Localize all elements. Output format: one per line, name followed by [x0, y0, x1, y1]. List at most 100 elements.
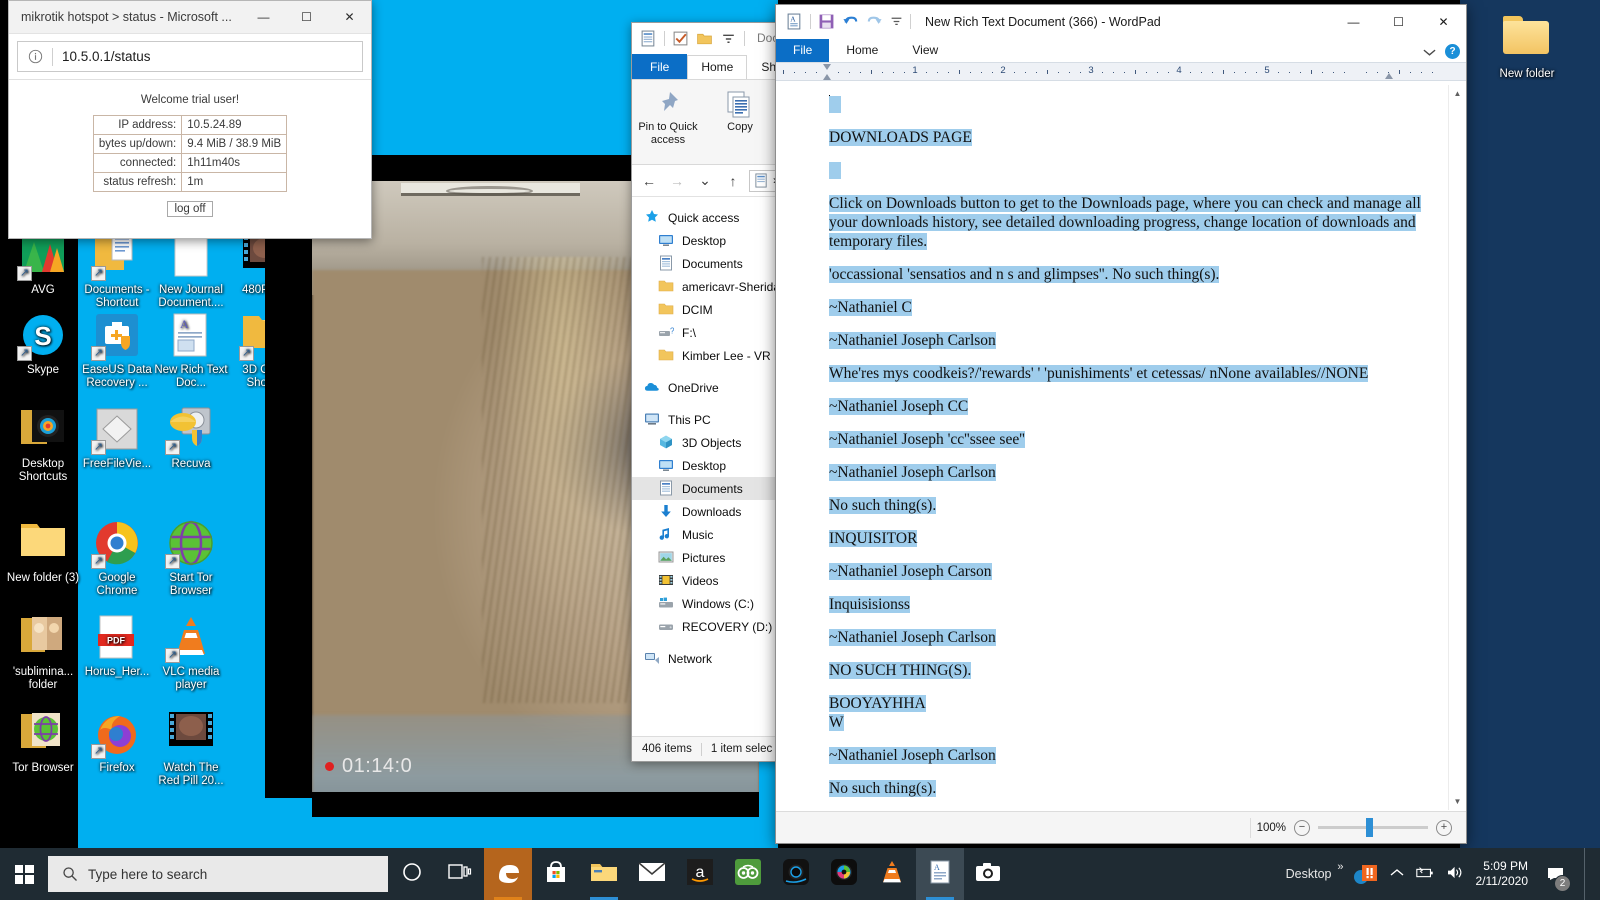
log-off-button[interactable]: log off — [167, 201, 213, 217]
scroll-up-button[interactable]: ▲ — [1449, 85, 1466, 102]
battery-icon[interactable] — [1415, 866, 1435, 883]
document-paragraph[interactable] — [829, 95, 1433, 114]
document-paragraph[interactable]: ~Nathaniel Joseph Carlson — [829, 463, 1433, 482]
tab-file[interactable]: File — [632, 54, 688, 79]
desktop-icon-watch-the-red-pill-20[interactable]: Watch The Red Pill 20... — [154, 710, 228, 787]
document-paragraph[interactable]: Inquisisionss — [829, 595, 1433, 614]
overflow-chevron-icon[interactable]: » — [1337, 861, 1343, 873]
wordpad-page-area[interactable]: DOWNLOADS PAGE Click on Downloads button… — [776, 85, 1466, 810]
document-paragraph[interactable]: Whe'res mys coodkeis?/'rewards' ' 'punis… — [829, 364, 1433, 383]
vertical-scrollbar[interactable]: ▲ ▼ — [1448, 85, 1466, 810]
customize-dropdown-icon[interactable] — [720, 30, 737, 47]
address-bar[interactable]: 10.5.0.1/status — [17, 41, 363, 72]
desktop-icon-new-folder-3[interactable]: New folder (3) — [6, 520, 80, 585]
recent-locations-button[interactable]: ⌄ — [693, 170, 717, 192]
maximize-button[interactable]: ☐ — [285, 1, 328, 34]
document-text[interactable]: DOWNLOADS PAGE Click on Downloads button… — [829, 95, 1433, 810]
zoom-slider[interactable] — [1318, 818, 1428, 837]
back-button[interactable]: ← — [637, 170, 661, 192]
zoom-out-button[interactable]: − — [1294, 819, 1310, 836]
search-input[interactable]: Type here to search — [48, 856, 388, 892]
document-paragraph[interactable]: No such thing(s). — [829, 496, 1433, 515]
taskbar-file-explorer-button[interactable] — [580, 848, 628, 900]
scrollbar-thumb[interactable] — [1450, 102, 1465, 702]
wordpad-icon[interactable]: A — [786, 13, 803, 30]
scroll-down-button[interactable]: ▼ — [1449, 793, 1466, 810]
desktop-icon-google-chrome[interactable]: Google Chrome — [80, 520, 154, 597]
chevron-up-icon[interactable] — [1390, 867, 1404, 881]
browser-titlebar[interactable]: mikrotik hotspot > status - Microsoft ..… — [9, 1, 371, 34]
chevron-down-icon[interactable] — [1423, 47, 1436, 57]
desktop-icon-new-folder[interactable]: New folder — [1490, 12, 1564, 81]
taskbar-cortana-button[interactable] — [388, 848, 436, 900]
tab-file[interactable]: File — [776, 39, 830, 62]
tab-home[interactable]: Home — [829, 39, 895, 62]
wordpad-ruler[interactable]: 1 2 3 4 5 — [776, 63, 1466, 81]
desktop-icon-desktop-shortcuts[interactable]: Desktop Shortcuts — [6, 406, 80, 483]
volume-icon[interactable] — [1446, 865, 1465, 883]
indent-marker-right[interactable] — [1385, 73, 1393, 79]
desktop-icon-horus-her[interactable]: PDF Horus_Her... — [80, 614, 154, 679]
desktop-icon-sublimina-folder[interactable]: 'sublimina... folder — [6, 614, 80, 691]
document-paragraph[interactable]: No such thing(s). — [829, 779, 1433, 798]
document-paragraph[interactable]: 'occassional 'sensatios and n s and glim… — [829, 265, 1433, 284]
desktop-icon-easeus-data-recovery[interactable]: EaseUS Data Recovery ... — [80, 312, 154, 389]
zoom-slider-thumb[interactable] — [1366, 818, 1373, 837]
document-paragraph[interactable]: ~Nathaniel Joseph Carson — [829, 562, 1433, 581]
close-button[interactable]: ✕ — [328, 1, 371, 34]
help-icon[interactable]: ? — [1445, 44, 1460, 59]
document-paragraph[interactable]: ~Nathaniel Joseph Carlson — [829, 746, 1433, 765]
wordpad-titlebar[interactable]: A New Rich Text Document (366) - WordPad… — [776, 5, 1466, 38]
desktop-icon-new-rich-text-doc[interactable]: A New Rich Text Doc... — [154, 312, 228, 389]
zoom-in-button[interactable]: + — [1436, 819, 1452, 836]
desktop-icon-firefox[interactable]: Firefox — [80, 710, 154, 775]
document-paragraph[interactable]: ~Nathaniel Joseph Carlson — [829, 628, 1433, 647]
desktop-icon-freefilevie[interactable]: FreeFileVie... — [80, 406, 154, 471]
browser-window[interactable]: mikrotik hotspot > status - Microsoft ..… — [8, 0, 372, 239]
wordpad-window[interactable]: A New Rich Text Document (366) - WordPad… — [775, 4, 1467, 844]
taskbar-vlc-button[interactable] — [868, 848, 916, 900]
indent-marker-left[interactable] — [823, 63, 832, 80]
taskbar-mail-button[interactable] — [628, 848, 676, 900]
taskbar-wordpad-button[interactable]: A — [916, 848, 964, 900]
save-icon[interactable] — [818, 13, 835, 30]
document-paragraph[interactable]: W — [829, 713, 1433, 732]
taskbar-color-wheel-app-button[interactable] — [820, 848, 868, 900]
document-paragraph[interactable]: DOWNLOADS PAGE — [829, 128, 1433, 147]
document-paragraph[interactable]: BOOYAYHHA — [829, 694, 1433, 713]
document-paragraph[interactable]: ~Nathaniel Joseph CC — [829, 397, 1433, 416]
up-button[interactable]: ↑ — [721, 170, 745, 192]
desktop-icon-tor-browser[interactable]: Tor Browser — [6, 710, 80, 775]
undo-icon[interactable] — [842, 13, 859, 30]
document-paragraph[interactable]: Click on Downloads button to get to the … — [829, 194, 1433, 251]
redo-icon[interactable] — [866, 13, 883, 30]
action-center-button[interactable]: 2 — [1539, 848, 1573, 900]
avg-alert-icon[interactable] — [1353, 863, 1379, 885]
document-paragraph[interactable]: ~Nathaniel Joseph Carlson — [829, 331, 1433, 350]
properties-icon[interactable] — [672, 30, 689, 47]
minimize-button[interactable]: — — [1331, 6, 1376, 37]
show-desktop-button[interactable] — [1584, 848, 1592, 900]
document-paragraph[interactable]: ~Nathaniel C — [829, 298, 1433, 317]
document-paragraph[interactable] — [829, 161, 1433, 180]
taskbar-tripadvisor-button[interactable] — [724, 848, 772, 900]
forward-button[interactable]: → — [665, 170, 689, 192]
url-text[interactable]: 10.5.0.1/status — [53, 49, 151, 64]
taskbar-edge-button[interactable] — [484, 848, 532, 900]
documents-icon[interactable] — [640, 30, 657, 47]
taskbar-microsoft-store-button[interactable] — [532, 848, 580, 900]
start-button[interactable] — [0, 848, 48, 900]
desktop-icon-start-tor-browser[interactable]: Start Tor Browser — [154, 520, 228, 597]
document-paragraph[interactable]: INQUISITOR — [829, 529, 1433, 548]
tab-view[interactable]: View — [895, 39, 955, 62]
document-paragraph[interactable]: ~Nathaniel Joseph 'cc''ssee see'' — [829, 430, 1433, 449]
info-icon[interactable] — [18, 49, 52, 64]
pin-to-quick-access-button[interactable]: Pin to Quick access — [632, 85, 704, 164]
customize-dropdown-icon[interactable] — [890, 15, 903, 28]
taskbar-screenshot-camera-button[interactable] — [964, 848, 1012, 900]
new-folder-icon[interactable] — [696, 30, 713, 47]
document-paragraph[interactable]: NO SUCH THING(S). — [829, 661, 1433, 680]
close-button[interactable]: ✕ — [1421, 6, 1466, 37]
copy-button[interactable]: Copy — [704, 85, 776, 164]
tab-home[interactable]: Home — [687, 55, 748, 79]
